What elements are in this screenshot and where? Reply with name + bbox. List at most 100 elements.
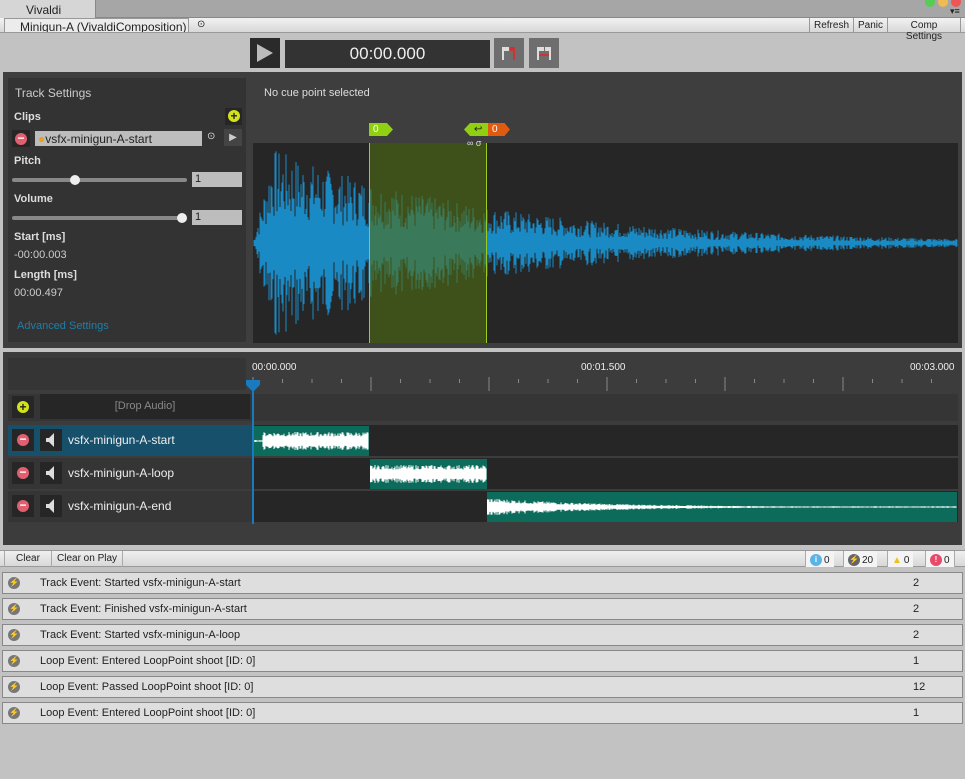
minus-icon: − xyxy=(17,466,29,479)
track-settings-title: Track Settings xyxy=(15,86,92,100)
mute-button[interactable] xyxy=(40,495,62,517)
track-row[interactable]: − vsfx-minigun-A-start xyxy=(8,425,958,456)
track-lane[interactable] xyxy=(253,491,958,522)
loop-end-label: 0 xyxy=(492,124,498,135)
target-icon[interactable]: ⊙ xyxy=(197,19,205,30)
length-value: 00:00.497 xyxy=(14,287,63,299)
audio-clip[interactable] xyxy=(252,426,369,456)
pitch-slider-handle[interactable] xyxy=(69,175,80,185)
volume-slider-handle[interactable] xyxy=(177,213,187,223)
app-tab[interactable]: Vivaldi xyxy=(0,0,96,18)
log-count: 1 xyxy=(913,707,920,719)
panic-button[interactable]: Panic xyxy=(853,18,887,33)
track-row[interactable]: − vsfx-minigun-A-end xyxy=(8,491,958,522)
maximize-light[interactable] xyxy=(925,0,935,7)
error-count: 0 xyxy=(944,554,950,566)
add-clip-button[interactable]: + xyxy=(225,108,242,125)
event-filter[interactable]: ⚡ 20 xyxy=(843,551,878,567)
start-cue-label: 0 xyxy=(373,124,379,135)
volume-slider[interactable] xyxy=(12,213,187,223)
log-entry[interactable]: ⚡ Loop Event: Passed LoopPoint shoot [ID:… xyxy=(2,676,963,698)
time-display: 00:00.000 xyxy=(285,40,490,68)
drop-audio-zone[interactable]: [Drop Audio] xyxy=(40,394,250,419)
clip-waveform-path xyxy=(369,465,487,483)
log-count: 1 xyxy=(913,655,920,667)
preview-clip-button[interactable]: ▶ xyxy=(224,129,242,146)
lightning-icon: ⚡ xyxy=(8,681,20,693)
clip-waveform xyxy=(252,432,369,450)
track-name: vsfx-minigun-A-end xyxy=(68,499,172,513)
volume-label: Volume xyxy=(14,193,53,205)
clip-field[interactable]: ●vsfx-minigun-A-start xyxy=(35,131,202,146)
tick-label: 00:01.500 xyxy=(581,362,626,373)
clear-button[interactable]: Clear xyxy=(4,551,52,567)
warning-icon: ▲ xyxy=(892,554,902,566)
clear-on-play-toggle[interactable]: Clear on Play xyxy=(52,551,124,567)
remove-track-button[interactable]: − xyxy=(12,495,34,517)
audio-clip[interactable] xyxy=(486,492,957,522)
clip-waveform-path xyxy=(252,432,369,450)
audio-clip[interactable] xyxy=(369,459,487,489)
document-tab-label: Minigun-A (VivaldiComposition) xyxy=(20,20,187,33)
pitch-slider[interactable] xyxy=(12,175,187,185)
remove-clip-button[interactable]: − xyxy=(12,130,30,147)
log-entry[interactable]: ⚡ Loop Event: Entered LoopPoint shoot [ID… xyxy=(2,650,963,672)
loop-region[interactable] xyxy=(369,143,487,343)
log-message: Loop Event: Passed LoopPoint shoot [ID: … xyxy=(40,681,254,693)
log-entry[interactable]: ⚡ Track Event: Finished vsfx-minigun-A-st… xyxy=(2,598,963,620)
info-filter[interactable]: i0 xyxy=(805,551,834,567)
warning-filter[interactable]: ▲ 0 xyxy=(887,551,914,567)
speaker-icon xyxy=(46,499,54,513)
timeline-header xyxy=(8,358,246,390)
clip-waveform-path xyxy=(486,499,957,515)
plus-icon: + xyxy=(17,401,29,413)
loop-symbols: ∞ σ xyxy=(467,138,482,148)
minimize-light[interactable] xyxy=(938,0,948,7)
waveform-view[interactable] xyxy=(253,143,958,343)
log-message: Track Event: Finished vsfx-minigun-A-sta… xyxy=(40,603,247,615)
track-row[interactable]: − vsfx-minigun-A-loop xyxy=(8,458,958,489)
log-entry[interactable]: ⚡ Track Event: Started vsfx-minigun-A-sta… xyxy=(2,572,963,594)
lightning-icon: ⚡ xyxy=(8,655,20,667)
lightning-icon: ⚡ xyxy=(8,629,20,641)
document-tab[interactable]: Minigun-A (VivaldiComposition) xyxy=(4,18,189,33)
add-loop-button[interactable] xyxy=(529,38,559,68)
track-name: vsfx-minigun-A-loop xyxy=(68,466,175,480)
playhead[interactable] xyxy=(252,388,254,524)
comp-settings-button[interactable]: Comp Settings xyxy=(887,18,961,42)
remove-track-button[interactable]: − xyxy=(12,429,34,451)
speaker-icon xyxy=(46,466,54,480)
log-entry[interactable]: ⚡ Loop Event: Entered LoopPoint shoot [ID… xyxy=(2,702,963,724)
mute-button[interactable] xyxy=(40,462,62,484)
volume-field[interactable]: 1 xyxy=(192,210,242,225)
refresh-button[interactable]: Refresh xyxy=(809,18,853,33)
mute-button[interactable] xyxy=(40,429,62,451)
start-label: Start [ms] xyxy=(14,231,66,243)
object-picker-icon[interactable]: ⊙ xyxy=(207,131,215,142)
clip-name: vsfx-minigun-A-start xyxy=(45,132,152,146)
tick-label: 00:00.000 xyxy=(252,362,297,373)
tick-label: 00:03.000 xyxy=(910,362,955,373)
loop-flag-icon xyxy=(537,47,551,60)
pitch-field[interactable]: 1 xyxy=(192,172,242,187)
drop-audio-row: + [Drop Audio] xyxy=(8,394,958,421)
remove-track-button[interactable]: − xyxy=(12,462,34,484)
start-value: -00:00.003 xyxy=(14,249,67,261)
play-button[interactable] xyxy=(250,38,280,68)
track-lane[interactable] xyxy=(253,458,958,489)
menu-icon[interactable]: ▾≡ xyxy=(950,6,960,17)
add-track-button[interactable]: + xyxy=(12,396,34,418)
timeline-ruler[interactable]: 00:00.000 00:01.500 00:03.000 xyxy=(248,357,958,393)
add-cue-button[interactable] xyxy=(494,38,524,68)
toolbar: Minigun-A (VivaldiComposition) ⊙ Refresh… xyxy=(0,18,965,42)
log-entry[interactable]: ⚡ Track Event: Started vsfx-minigun-A-loo… xyxy=(2,624,963,646)
error-filter[interactable]: ! 0 xyxy=(925,551,955,567)
log-count: 2 xyxy=(913,603,920,615)
event-count: 20 xyxy=(862,554,874,566)
info-icon: i xyxy=(810,554,822,566)
advanced-settings-link[interactable]: Advanced Settings xyxy=(17,320,109,332)
track-lane[interactable] xyxy=(252,425,958,456)
log-message: Track Event: Started vsfx-minigun-A-star… xyxy=(40,577,241,589)
length-label: Length [ms] xyxy=(14,269,77,281)
log-message: Loop Event: Entered LoopPoint shoot [ID:… xyxy=(40,655,256,667)
